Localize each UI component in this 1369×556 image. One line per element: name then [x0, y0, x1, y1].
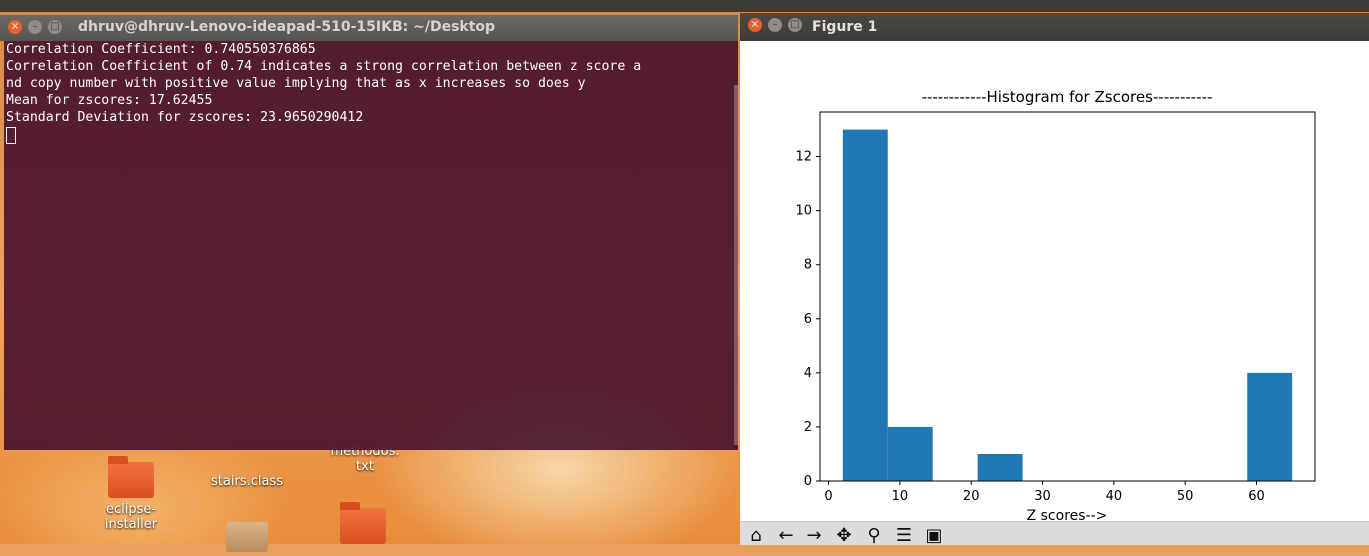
terminal-line: Correlation Coefficient: 0.740550376865 [6, 42, 316, 57]
maximize-icon[interactable]: □ [788, 18, 802, 32]
home-icon[interactable]: ⌂ [744, 526, 768, 546]
figure-canvas[interactable]: ------------Histogram for Zscores-------… [740, 41, 1369, 524]
y-tick-label: 8 [804, 258, 812, 273]
figure-toolbar: ⌂ ← → ✥ ⚲ ☰ ▣ [740, 521, 1369, 546]
terminal-window[interactable]: × – □ dhruv@dhruv-Lenovo-ideapad-510-15I… [0, 15, 738, 452]
terminal-cursor [6, 126, 738, 149]
y-tick-label: 12 [795, 150, 812, 165]
histogram-bar [842, 129, 888, 482]
y-tick-label: 10 [795, 204, 812, 219]
minimize-icon[interactable]: – [28, 20, 42, 34]
figure-titlebar[interactable]: × – □ Figure 1 [740, 13, 1369, 41]
histogram-bar [887, 426, 933, 481]
terminal-output[interactable]: Correlation Coefficient: 0.740550376865 … [4, 41, 738, 450]
y-tick-label: 0 [804, 474, 812, 489]
terminal-titlebar[interactable]: × – □ dhruv@dhruv-Lenovo-ideapad-510-15I… [0, 15, 738, 41]
pan-icon[interactable]: ✥ [832, 526, 856, 546]
x-tick-label: 50 [1177, 489, 1194, 504]
maximize-icon[interactable]: □ [48, 20, 62, 34]
x-tick-label: 60 [1248, 489, 1265, 504]
package-icon [226, 522, 268, 552]
top-panel [0, 0, 1369, 12]
save-icon[interactable]: ▣ [922, 526, 946, 546]
zoom-icon[interactable]: ⚲ [862, 526, 886, 546]
x-tick-label: 40 [1106, 489, 1123, 504]
forward-arrow-icon[interactable]: → [802, 526, 826, 546]
terminal-line: nd copy number with positive value imply… [6, 76, 586, 91]
terminal-line: Correlation Coefficient of 0.74 indicate… [6, 59, 642, 74]
y-tick-label: 2 [804, 420, 812, 435]
minimize-icon[interactable]: – [768, 18, 782, 32]
y-tick-label: 6 [804, 312, 812, 327]
desktop-icon-stairs-class[interactable]: stairs.class [202, 474, 292, 489]
figure-window[interactable]: × – □ Figure 1 ------------Histogram for… [740, 13, 1369, 546]
x-axis-label: Z scores--> [1027, 508, 1108, 521]
desktop-icon-package[interactable] [202, 522, 292, 556]
histogram-bar [1247, 372, 1293, 481]
terminal-line: Standard Deviation for zscores: 23.96502… [6, 110, 364, 125]
desktop-icon-eclipse-installer[interactable]: eclipse- installer [86, 456, 176, 532]
back-arrow-icon[interactable]: ← [774, 526, 798, 546]
x-tick-label: 10 [892, 489, 909, 504]
terminal-line: Mean for zscores: 17.62455 [6, 93, 213, 108]
x-tick-label: 0 [824, 489, 832, 504]
terminal-title: dhruv@dhruv-Lenovo-ideapad-510-15IKB: ~/… [78, 19, 496, 35]
desktop-icon-label: stairs.class [211, 474, 283, 489]
folder-icon [108, 456, 154, 498]
terminal-scrollbar[interactable] [734, 85, 738, 445]
x-tick-label: 20 [963, 489, 980, 504]
axes-frame [819, 111, 1316, 482]
y-tick-label: 4 [804, 366, 812, 381]
desktop-icon-label: eclipse- installer [104, 502, 158, 532]
histogram-bar [977, 453, 1023, 481]
x-tick-label: 30 [1034, 489, 1051, 504]
folder-icon [340, 502, 386, 544]
chart-title: ------------Histogram for Zscores-------… [922, 88, 1213, 106]
histogram-chart: ------------Histogram for Zscores-------… [795, 88, 1316, 524]
configure-icon[interactable]: ☰ [892, 526, 916, 546]
close-icon[interactable]: × [8, 20, 22, 34]
close-icon[interactable]: × [748, 18, 762, 32]
figure-title: Figure 1 [812, 19, 878, 35]
desktop-icon-folder[interactable] [318, 502, 408, 548]
